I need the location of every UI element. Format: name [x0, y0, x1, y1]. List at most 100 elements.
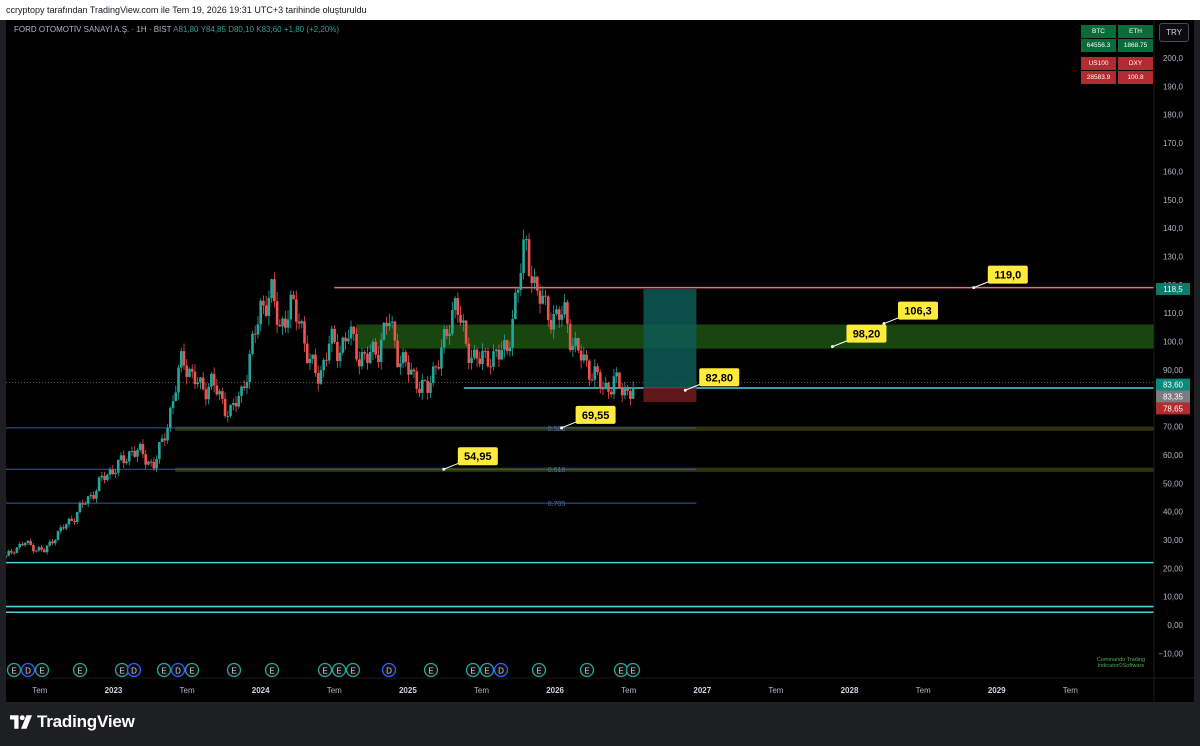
price-tick-label: 100,0 — [1163, 338, 1184, 347]
candle-body — [32, 545, 35, 552]
candle-body — [577, 338, 580, 351]
price-tick-label: 130,0 — [1163, 252, 1184, 261]
eth-label-cell: ETH — [1118, 25, 1153, 38]
earnings-marker: E — [423, 662, 439, 678]
candle-body — [341, 337, 345, 353]
candle-body — [442, 329, 446, 348]
price-tick-label: 170,0 — [1163, 139, 1184, 148]
candle-body — [48, 541, 52, 546]
candle-body — [103, 475, 106, 480]
time-tick-label: 2027 — [693, 686, 711, 695]
price-tag-label: 83,35 — [1163, 392, 1184, 401]
candle-body — [86, 496, 90, 504]
candle-body — [259, 300, 262, 325]
candle-body — [251, 333, 254, 354]
candle-body — [179, 351, 183, 368]
candle-body — [292, 294, 295, 300]
currency-button[interactable]: TRY — [1159, 23, 1189, 42]
candle-body — [500, 349, 503, 360]
candle-body — [23, 542, 27, 546]
candle-body — [325, 359, 328, 361]
candle-body — [204, 389, 208, 400]
candle-body — [552, 313, 556, 330]
marker-letter: E — [630, 667, 635, 676]
candle-body — [431, 366, 435, 383]
price-tick-label: 180,0 — [1163, 111, 1184, 120]
candle-body — [525, 239, 528, 241]
candle-body — [155, 459, 158, 469]
candle-body — [456, 298, 460, 315]
candle-body — [201, 377, 205, 390]
candle-body — [221, 391, 224, 399]
marker-letter: E — [231, 667, 236, 676]
brand-name: TradingView — [37, 712, 135, 731]
candle-body — [535, 276, 539, 291]
candle-body — [437, 367, 440, 369]
price-tick-label: 30,00 — [1163, 536, 1184, 545]
candle-body — [289, 294, 293, 320]
candle-body — [7, 550, 11, 556]
earnings-marker: E — [184, 662, 200, 678]
candle-body — [92, 494, 95, 499]
candle-body — [275, 301, 279, 325]
candle-body — [223, 398, 227, 416]
candle-body — [453, 298, 457, 311]
candle-body — [199, 377, 202, 383]
candle-body — [237, 395, 241, 407]
time-tick-label: Tem — [327, 686, 342, 695]
candle-body — [106, 474, 109, 480]
marker-letter: D — [131, 667, 137, 676]
marker-letter: E — [39, 667, 44, 676]
candle-body — [588, 360, 591, 380]
time-tick-label: 2026 — [546, 686, 564, 695]
candle-body — [111, 469, 115, 475]
candle-body — [514, 292, 517, 320]
candle-body — [240, 386, 243, 396]
candle-body — [503, 340, 506, 350]
candle-body — [305, 343, 309, 364]
marker-letter: E — [269, 667, 274, 676]
candle-body — [116, 459, 120, 473]
tradingview-logo[interactable]: TradingView — [10, 712, 135, 732]
credit-text: ccryptopy tarafından TradingView.com ile… — [6, 5, 367, 15]
candle-body — [303, 321, 306, 344]
candle-body — [6, 555, 8, 557]
callout-anchor — [830, 345, 834, 349]
candle-body — [489, 366, 493, 368]
candle-body — [560, 314, 564, 320]
candle-body — [75, 511, 79, 522]
candle-body — [481, 350, 484, 365]
earnings-marker: E — [625, 662, 641, 678]
candle-body — [62, 527, 65, 529]
candle-body — [144, 454, 147, 465]
callout-label: 119,0 — [994, 270, 1021, 282]
callout-label: 69,55 — [582, 410, 610, 422]
candle-body — [51, 541, 54, 544]
candle-body — [374, 341, 377, 355]
green-zone — [356, 324, 1154, 349]
candle-body — [100, 475, 104, 478]
candle-body — [516, 289, 520, 293]
price-tick-label: 160,0 — [1163, 167, 1184, 176]
position-profit-zone — [643, 289, 697, 388]
candle-body — [67, 518, 71, 525]
candle-body — [467, 343, 471, 364]
time-tick-label: Tem — [768, 686, 783, 695]
candle-body — [169, 407, 172, 428]
candle-body — [26, 540, 30, 543]
close-value: 83,60 — [261, 25, 282, 34]
candle-body — [43, 549, 46, 553]
marker-letter: E — [119, 667, 124, 676]
price-tick-label: 40,00 — [1163, 508, 1184, 517]
marker-letter: E — [618, 667, 623, 676]
price-chart[interactable]: 0.5000.6180.705119,0106,398,2082,8069,55… — [6, 20, 1194, 702]
symbol-legend: FORD OTOMOTİV SANAYİ A.Ş. · 1H · BIST A8… — [14, 25, 339, 34]
candle-body — [59, 527, 63, 532]
candle-body — [133, 450, 137, 457]
candle-body — [218, 391, 221, 395]
candle-body — [163, 438, 167, 441]
fib-label: 0.618 — [548, 467, 566, 474]
marker-letter: E — [322, 667, 327, 676]
chart-panel[interactable]: 0.500 0.618 0.705 119,0 106,3 98,20 82,80 69,55… — [6, 20, 1194, 702]
position-loss-zone — [643, 387, 697, 403]
